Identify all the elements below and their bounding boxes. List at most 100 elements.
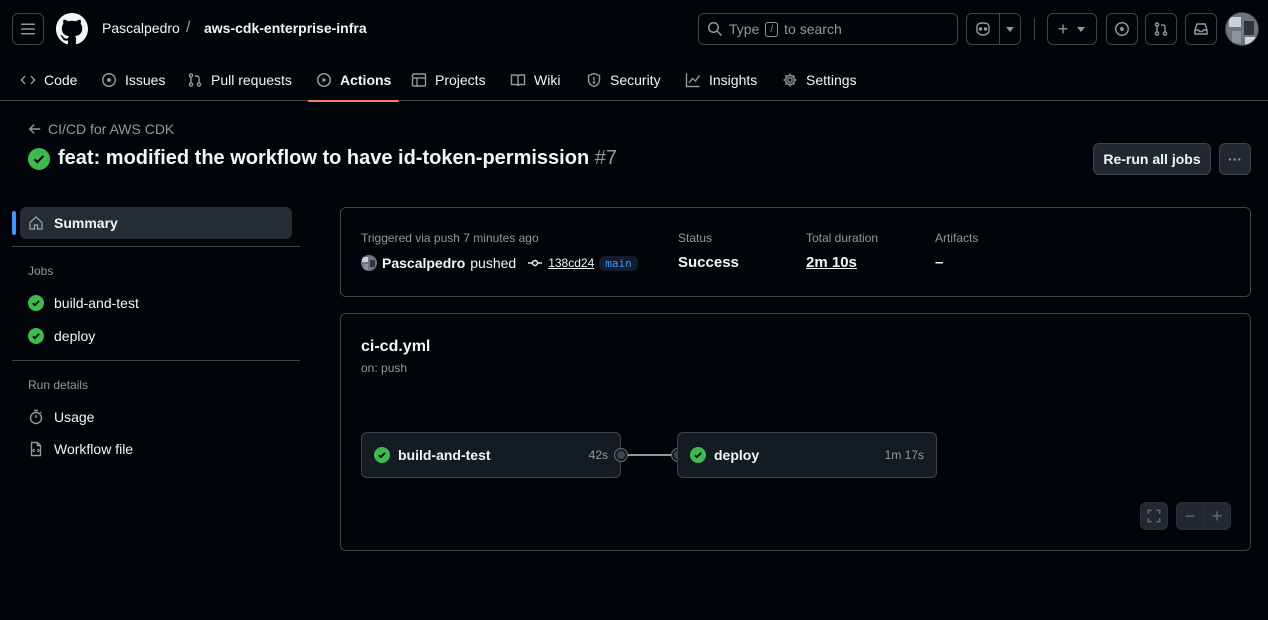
workflow-trigger: on: push (361, 361, 408, 375)
job-name: build-and-test (398, 447, 491, 463)
job-name: deploy (714, 447, 760, 463)
gear-icon (783, 73, 797, 86)
duration-label: Total duration (806, 231, 879, 245)
tab-label: Issues (125, 71, 166, 88)
zoom-out-button[interactable]: − (1177, 503, 1204, 529)
avatar[interactable] (1225, 12, 1259, 46)
run-summary-box: Triggered via push 7 minutes ago Pascalp… (340, 207, 1251, 297)
status-value: Success (678, 254, 739, 271)
back-to-workflow-link[interactable]: CI/CD for AWS CDK (28, 121, 174, 137)
book-icon (510, 73, 526, 86)
stopwatch-icon (29, 409, 43, 425)
play-icon (317, 72, 331, 87)
avatar-image (1226, 13, 1258, 45)
sidebar-job-deploy[interactable]: deploy (20, 320, 292, 352)
menu-button[interactable] (12, 13, 44, 45)
job-duration: 42s (588, 448, 608, 462)
job-connector-dot (615, 449, 627, 461)
github-icon (56, 13, 88, 45)
artifacts-label: Artifacts (935, 231, 979, 245)
success-icon (374, 447, 390, 463)
search-suffix: to search (784, 21, 842, 37)
run-number: #7 (594, 147, 617, 169)
tab-pull-requests[interactable]: Pull requests (187, 58, 292, 101)
tab-label: Code (44, 71, 78, 88)
tab-security[interactable]: Security (586, 58, 661, 101)
fullscreen-button[interactable] (1140, 502, 1168, 530)
git-pull-request-icon (1154, 22, 1168, 36)
issues-button[interactable] (1106, 13, 1138, 45)
search-prefix: Type (729, 21, 760, 37)
sidebar-divider (12, 246, 300, 247)
success-icon (690, 447, 706, 463)
git-commit-icon (528, 259, 543, 267)
run-details-heading: Run details (28, 378, 89, 392)
trigger-text: Triggered via push 7 minutes ago (361, 231, 539, 245)
file-code-icon (30, 441, 42, 457)
sidebar-item-label: Workflow file (54, 441, 134, 457)
tab-label: Insights (709, 71, 758, 88)
copilot-icon (976, 22, 990, 36)
sidebar-item-label: Usage (54, 409, 95, 425)
header-divider (1034, 18, 1035, 40)
sidebar-item-summary[interactable]: Summary (20, 207, 292, 239)
global-header: Pascalpedro / aws-cdk-enterprise-infra T… (0, 0, 1268, 58)
jobs-heading: Jobs (28, 264, 54, 278)
tab-label: Actions (340, 71, 392, 88)
plus-icon: + (1057, 19, 1069, 39)
tab-settings[interactable]: Settings (782, 58, 857, 101)
tab-label: Security (610, 71, 661, 88)
search-input[interactable]: Type / to search (698, 13, 958, 45)
zoom-in-button[interactable]: + (1204, 503, 1230, 529)
sidebar-item-label: build-and-test (54, 295, 139, 311)
tab-projects[interactable]: Projects (411, 58, 486, 101)
sidebar-job-build-and-test[interactable]: build-and-test (20, 287, 292, 319)
back-link-label: CI/CD for AWS CDK (48, 121, 175, 137)
copilot-button[interactable] (966, 13, 1000, 45)
tab-actions[interactable]: Actions (307, 58, 400, 102)
triangle-down-icon (1077, 27, 1086, 32)
copilot-dropdown-button[interactable] (999, 13, 1021, 45)
breadcrumb-separator: / (186, 19, 191, 36)
pull-requests-button[interactable] (1145, 13, 1177, 45)
repo-name-link[interactable]: aws-cdk-enterprise-infra (204, 20, 367, 36)
job-node-deploy[interactable]: deploy 1m 17s (677, 432, 937, 478)
artifacts-value: – (935, 254, 944, 271)
inbox-button[interactable] (1185, 13, 1217, 45)
tab-code[interactable]: Code (20, 58, 77, 101)
inbox-icon (1194, 23, 1208, 35)
tab-wiki[interactable]: Wiki (510, 58, 560, 101)
commit-sha-link[interactable]: 138cd24 (548, 256, 594, 270)
screen-full-icon (1147, 509, 1161, 523)
triangle-down-icon (1006, 27, 1014, 32)
success-icon (28, 328, 44, 344)
issue-opened-icon (1115, 22, 1129, 36)
tab-label: Projects (435, 71, 486, 88)
branch-label[interactable]: main (599, 255, 638, 271)
arrow-left-icon (28, 124, 41, 134)
workflow-file-link[interactable]: ci-cd.yml (361, 338, 430, 356)
search-shortcut-key: / (765, 21, 779, 37)
sidebar-item-workflow-file[interactable]: Workflow file (20, 433, 292, 465)
create-new-button[interactable]: + (1047, 13, 1097, 45)
more-options-button[interactable]: ··· (1219, 143, 1251, 175)
actor-link[interactable]: Pascalpedro (382, 255, 465, 271)
tab-issues[interactable]: Issues (101, 58, 165, 101)
tab-insights[interactable]: Insights (685, 58, 757, 101)
rerun-all-jobs-button[interactable]: Re-run all jobs (1093, 143, 1211, 175)
tab-label: Pull requests (211, 71, 292, 88)
shield-icon (587, 72, 601, 87)
tab-label: Settings (806, 71, 857, 88)
actor-avatar (361, 255, 377, 271)
job-node-build-and-test[interactable]: build-and-test 42s (361, 432, 621, 478)
search-icon (708, 22, 723, 37)
sidebar-item-label: Summary (54, 215, 118, 231)
sidebar-item-usage[interactable]: Usage (20, 401, 292, 433)
github-logo[interactable] (56, 13, 88, 45)
graph-icon (685, 73, 701, 87)
duration-value[interactable]: 2m 10s (806, 254, 857, 271)
push-action: pushed (470, 255, 517, 271)
home-icon (29, 216, 43, 230)
push-info: Pascalpedro pushed 138cd24 main (361, 255, 638, 271)
repo-owner-link[interactable]: Pascalpedro (102, 20, 180, 36)
